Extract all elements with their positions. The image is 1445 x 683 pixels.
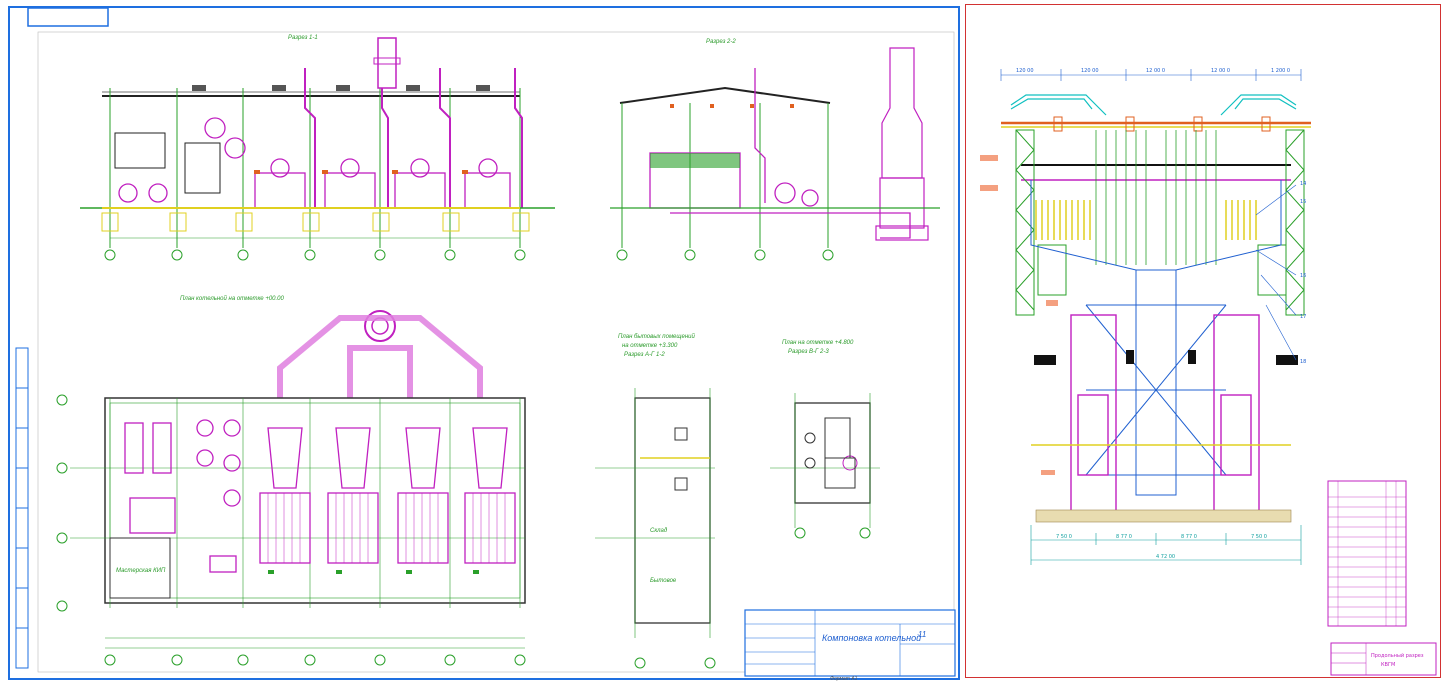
aux-plan-title-1: План бытовых помещений — [618, 334, 695, 340]
dim-bottom-4: 7 50 0 — [1251, 534, 1267, 540]
left-drawing-sheet: Разрез 1-1 Разрез 2-2 План котельной на … — [8, 6, 960, 682]
section-2-2 — [610, 47, 940, 261]
plan-level-4800 — [770, 393, 880, 539]
aux-plan-title-2: на отметке +3.300 — [622, 343, 678, 349]
section-1-1 — [80, 37, 555, 261]
dim-top-1: 120 00 — [1016, 68, 1034, 74]
dim-bottom-1: 7 50 0 — [1056, 534, 1072, 540]
dim-top-4: 12 00 0 — [1211, 68, 1230, 74]
level-plan-title-1: План на отметке +4.800 — [782, 340, 854, 346]
dim-bottom-3: 8 77 0 — [1181, 534, 1197, 540]
right-stamp-title: Продольный разрез — [1371, 652, 1424, 659]
dim-top-2: 120 00 — [1081, 68, 1099, 74]
format-label: Формат А1 — [830, 676, 858, 682]
section-2-2-title: Разрез 2-2 — [706, 39, 736, 45]
longitudinal-section-drawing: 120 00 120 00 12 00 0 12 00 0 1 200 0 7 … — [980, 68, 1437, 676]
right-drawing-sheet: 120 00 120 00 12 00 0 12 00 0 1 200 0 7 … — [965, 4, 1441, 678]
title-block-left — [744, 609, 956, 677]
callout-14: 14 — [1300, 181, 1306, 187]
dim-top-3: 12 00 0 — [1146, 68, 1165, 74]
room-label-amenity: Бытовое — [650, 578, 677, 584]
callout-15: 15 — [1300, 199, 1306, 205]
title-block-right — [1330, 642, 1437, 676]
section-1-1-title: Разрез 1-1 — [288, 35, 318, 41]
right-stamp-subtitle: КВГМ — [1381, 662, 1395, 668]
main-plan — [56, 310, 526, 666]
callout-16: 16 — [1300, 273, 1306, 279]
dim-bottom-2: 8 77 0 — [1116, 534, 1132, 540]
title-block-drawing-name: Компоновка котельной — [822, 633, 922, 643]
callout-18: 18 — [1300, 359, 1306, 365]
aux-plan-title-3: Разрез А-Г 1-2 — [624, 352, 665, 358]
room-label-workshop: Мастерская КИП — [116, 568, 166, 574]
room-label-storage: Склад — [650, 528, 668, 534]
parts-list-table — [1327, 480, 1407, 627]
main-plan-title: План котельной на отметке +00.00 — [180, 296, 284, 302]
dim-top-5: 1 200 0 — [1271, 68, 1290, 74]
title-block-sheet-number: 11 — [918, 630, 927, 639]
level-plan-title-2: Разрез В-Г 2-3 — [788, 349, 829, 355]
dim-overall: 4 72 00 — [1156, 554, 1175, 560]
callout-17: 17 — [1300, 314, 1306, 320]
